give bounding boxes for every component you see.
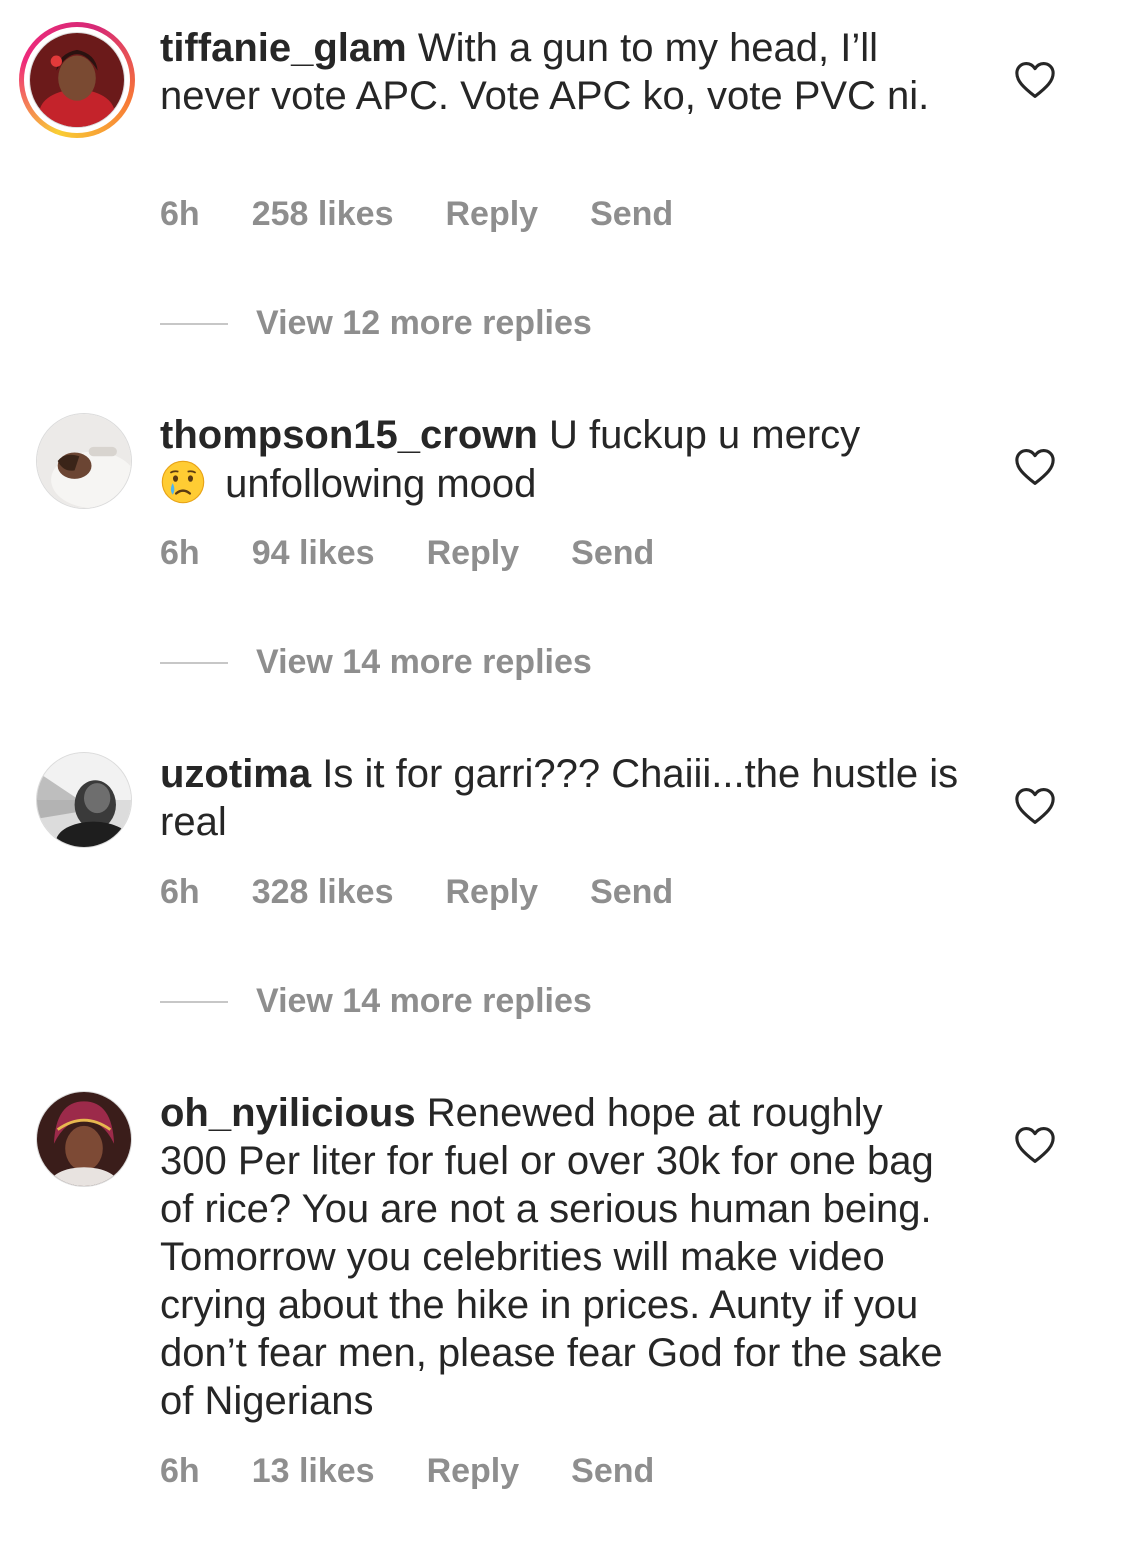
- view-replies-button[interactable]: View 14 more replies: [160, 643, 592, 682]
- comment-meta: 6h 258 likes Reply Send: [160, 195, 673, 234]
- reply-button[interactable]: Reply: [445, 195, 538, 234]
- comment-body: oh_nyilicious Renewed hope at roughly 30…: [160, 1089, 960, 1425]
- comment-username[interactable]: oh_nyilicious: [160, 1091, 416, 1135]
- comment-username[interactable]: tiffanie_glam: [160, 26, 407, 70]
- comment-time: 6h: [160, 195, 200, 233]
- reply-button[interactable]: Reply: [427, 1452, 520, 1491]
- divider-line: [160, 1000, 228, 1003]
- heart-outline-icon[interactable]: [1014, 448, 1056, 486]
- avatar-image: [37, 1092, 131, 1186]
- comment-username[interactable]: thompson15_crown: [160, 413, 538, 457]
- divider-line: [160, 322, 228, 325]
- comment-text-start: U fuckup u mercy: [537, 413, 861, 457]
- view-replies-label: View 14 more replies: [256, 982, 592, 1020]
- send-button[interactable]: Send: [571, 1452, 654, 1491]
- comment-username[interactable]: uzotima: [160, 752, 311, 796]
- reply-button[interactable]: Reply: [445, 873, 538, 912]
- avatar-image: [30, 33, 124, 127]
- comment-body: tiffanie_glam With a gun to my head, I’l…: [160, 24, 960, 120]
- comment-text: Renewed hope at roughly 300 Per liter fo…: [160, 1091, 943, 1423]
- view-replies-button[interactable]: View 12 more replies: [160, 304, 592, 343]
- avatar[interactable]: [36, 752, 132, 848]
- comment-meta: 6h 13 likes Reply Send: [160, 1452, 654, 1491]
- likes-count[interactable]: 94 likes: [252, 534, 375, 573]
- heart-outline-icon[interactable]: [1014, 1126, 1056, 1164]
- likes-count[interactable]: 13 likes: [252, 1452, 375, 1491]
- heart-outline-icon[interactable]: [1014, 787, 1056, 825]
- crying-face-emoji: [161, 460, 205, 504]
- avatar-image: [37, 414, 131, 508]
- send-button[interactable]: Send: [571, 534, 654, 573]
- avatar[interactable]: [36, 1091, 132, 1187]
- view-replies-label: View 14 more replies: [256, 643, 592, 681]
- comment-time: 6h: [160, 534, 200, 572]
- comment-meta: 6h 328 likes Reply Send: [160, 873, 673, 912]
- reply-button[interactable]: Reply: [427, 534, 520, 573]
- comment-time: 6h: [160, 873, 200, 911]
- divider-line: [160, 661, 228, 664]
- likes-count[interactable]: 328 likes: [252, 873, 394, 912]
- avatar-image: [37, 753, 131, 847]
- comment-meta: 6h 94 likes Reply Send: [160, 534, 654, 573]
- avatar[interactable]: [36, 413, 132, 509]
- heart-outline-icon[interactable]: [1014, 61, 1056, 99]
- likes-count[interactable]: 258 likes: [252, 195, 394, 234]
- comment-body: thompson15_crown U fuckup u mercy unfoll…: [160, 411, 960, 508]
- avatar[interactable]: [19, 22, 135, 138]
- send-button[interactable]: Send: [590, 873, 673, 912]
- comment-time: 6h: [160, 1452, 200, 1490]
- comment-body: uzotima Is it for garri??? Chaiii...the …: [160, 750, 960, 846]
- view-replies-label: View 12 more replies: [256, 304, 592, 342]
- comment-text-end: unfollowing mood: [214, 462, 537, 506]
- send-button[interactable]: Send: [590, 195, 673, 234]
- view-replies-button[interactable]: View 14 more replies: [160, 982, 592, 1021]
